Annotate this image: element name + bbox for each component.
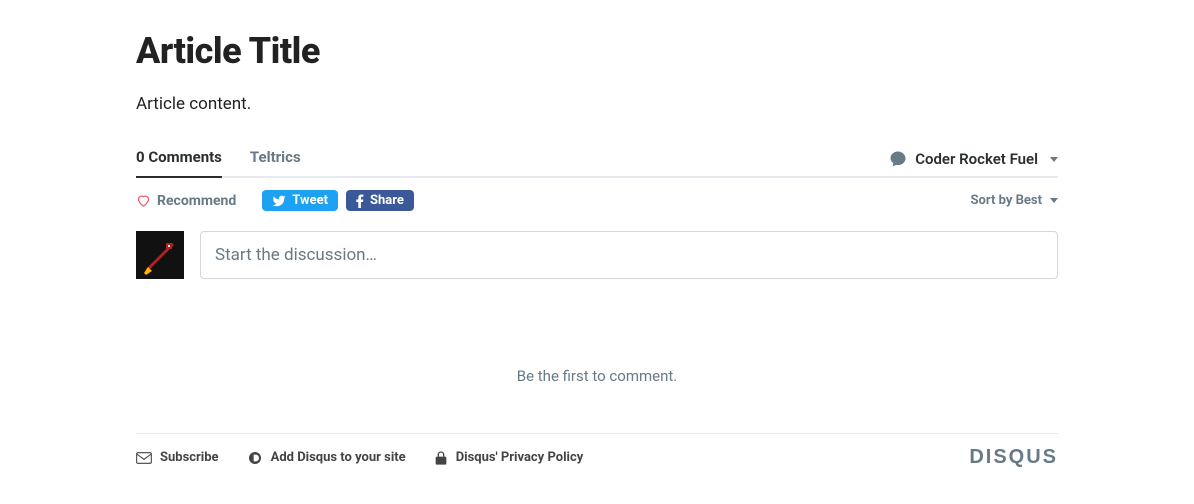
share-label: Share <box>370 193 404 208</box>
disqus-brand[interactable]: DISQUS <box>969 446 1058 469</box>
sortby-label: Sort by Best <box>971 193 1042 208</box>
recommend-label: Recommend <box>157 193 236 209</box>
disqus-tabs: 0 Comments Teltrics <box>136 148 301 176</box>
subscribe-label: Subscribe <box>160 450 219 465</box>
avatar[interactable] <box>136 231 184 279</box>
envelope-icon <box>136 451 152 465</box>
tweet-label: Tweet <box>292 193 328 208</box>
tab-community[interactable]: Teltrics <box>250 148 301 176</box>
add-disqus-button[interactable]: Add Disqus to your site <box>247 450 406 466</box>
sortby-dropdown[interactable]: Sort by Best <box>971 193 1058 208</box>
compose-placeholder: Start the discussion… <box>215 245 377 265</box>
tab-comments[interactable]: 0 Comments <box>136 148 222 178</box>
add-disqus-label: Add Disqus to your site <box>271 450 406 465</box>
disqus-d-icon <box>247 450 263 466</box>
compose-row: Start the discussion… <box>136 231 1058 279</box>
facebook-icon <box>356 194 364 208</box>
recommend-button[interactable]: Recommend <box>136 193 236 209</box>
user-name: Coder Rocket Fuel <box>915 150 1038 168</box>
twitter-icon <box>272 194 286 208</box>
disqus-topbar: 0 Comments Teltrics Coder Rocket Fuel <box>136 148 1058 178</box>
footer-left: Subscribe Add Disqus to your site Disqus… <box>136 450 583 466</box>
disqus-footer: Subscribe Add Disqus to your site Disqus… <box>136 433 1058 469</box>
speech-bubble-icon <box>889 150 907 168</box>
disqus-actions: Recommend Tweet Share Sort by Best <box>136 190 1058 211</box>
share-button[interactable]: Share <box>346 190 414 211</box>
chevron-down-icon <box>1050 157 1058 162</box>
privacy-label: Disqus' Privacy Policy <box>456 450 584 465</box>
chevron-down-icon <box>1050 198 1058 203</box>
empty-state: Be the first to comment. <box>136 367 1058 385</box>
heart-icon <box>136 193 151 208</box>
privacy-button[interactable]: Disqus' Privacy Policy <box>434 450 584 466</box>
rocket-avatar-icon <box>136 231 184 279</box>
tweet-button[interactable]: Tweet <box>262 190 338 211</box>
actions-left: Recommend Tweet Share <box>136 190 414 211</box>
article-content: Article content. <box>136 94 1058 114</box>
subscribe-button[interactable]: Subscribe <box>136 450 219 466</box>
page-title: Article Title <box>136 30 1058 72</box>
compose-input[interactable]: Start the discussion… <box>200 231 1058 279</box>
lock-icon <box>434 450 448 466</box>
user-dropdown[interactable]: Coder Rocket Fuel <box>889 150 1058 174</box>
